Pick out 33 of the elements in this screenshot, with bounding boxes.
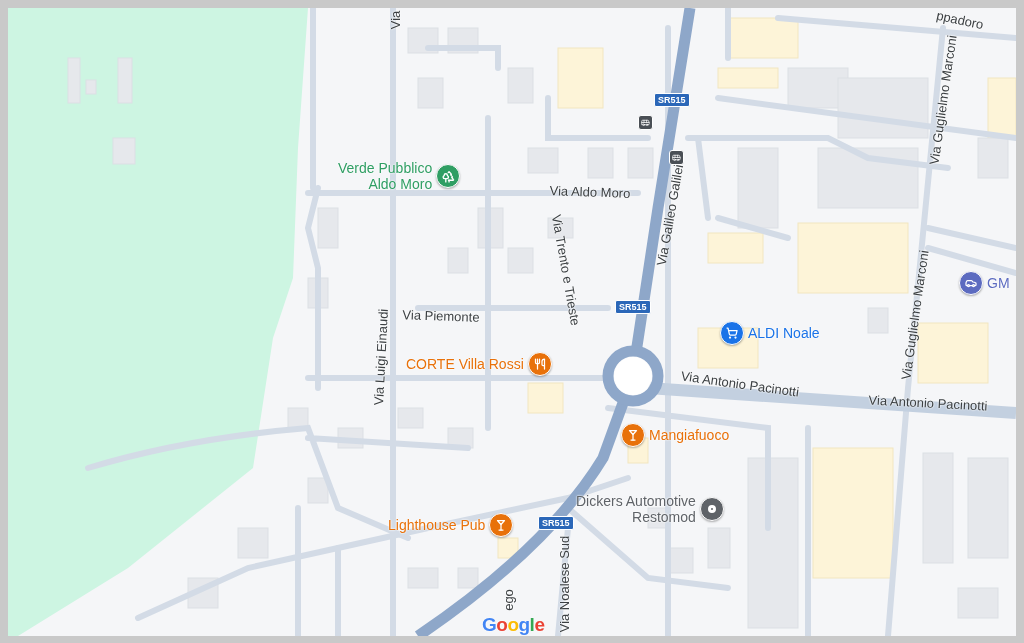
street-label: Via Antonio Pacinotti [680, 368, 800, 400]
cart-pin-icon[interactable] [720, 321, 744, 345]
car-pin-icon[interactable] [959, 271, 983, 295]
road-shield: SR515 [538, 516, 574, 530]
road-shield: SR515 [615, 300, 651, 314]
place-label[interactable]: Mangiafuoco [649, 427, 730, 443]
bus-stop-icon[interactable] [669, 150, 684, 165]
street-label: ego [500, 589, 516, 611]
cocktail-pin-icon[interactable] [489, 513, 514, 537]
place-label[interactable]: Lighthouse Pub [388, 517, 486, 533]
place-label[interactable]: GM [987, 275, 1010, 291]
place-label[interactable]: CORTE Villa Rossi [406, 356, 524, 372]
street-label: Via Guglielmo Marconi [898, 249, 932, 381]
street-label: Via Aldo Moro [549, 183, 631, 201]
street-label: Via Luigi Einaudi [371, 308, 391, 406]
street-label: Via Trento e Trieste [548, 213, 584, 327]
street-label: Via Antonio Pacinotti [868, 392, 988, 414]
street-label: Via [387, 10, 403, 30]
road-shield: SR515 [654, 93, 690, 107]
map-logo: Google [482, 615, 545, 635]
place-label[interactable]: Dickers Automotive Restomod [576, 493, 696, 525]
street-label: Via Noalese Sud [556, 535, 572, 633]
ring-pin-icon[interactable] [699, 497, 724, 521]
fork-knife-pin-icon[interactable] [527, 352, 552, 376]
tree-pin-icon[interactable] [436, 164, 461, 188]
street-label: Via Galileo Galilei [653, 163, 687, 267]
street-label: Via Guglielmo Marconi [926, 34, 960, 166]
street-label: ppadoro [935, 8, 985, 33]
bus-stop-icon[interactable] [638, 115, 653, 130]
street-label: Via Piemonte [402, 307, 480, 325]
place-label[interactable]: ALDI Noale [748, 325, 820, 341]
cocktail-pin-icon[interactable] [621, 423, 645, 447]
place-label[interactable]: Verde Pubblico Aldo Moro [338, 160, 433, 192]
